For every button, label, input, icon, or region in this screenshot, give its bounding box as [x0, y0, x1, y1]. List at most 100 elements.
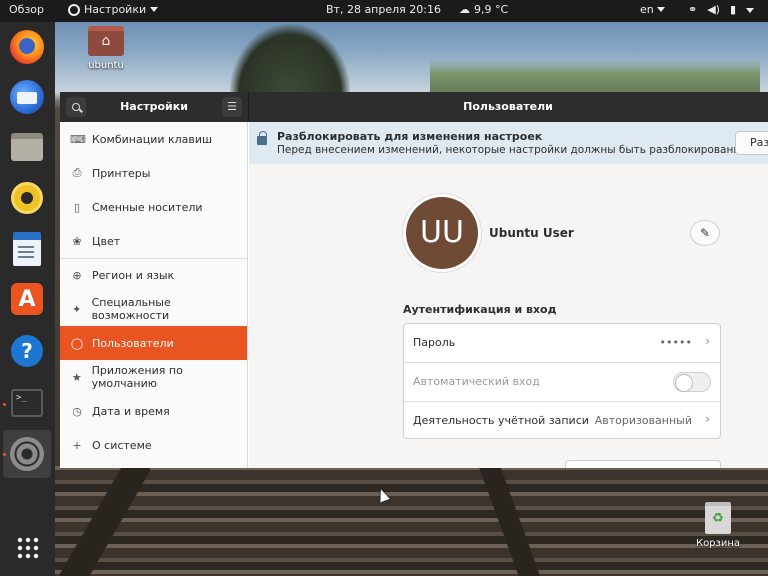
- sidebar-item-label: О системе: [92, 438, 152, 452]
- users-panel: Разблокировать для изменения настроек Пе…: [249, 122, 768, 468]
- edit-name-button[interactable]: ✎: [690, 220, 720, 246]
- store-icon: A: [11, 283, 43, 315]
- chevron-right-icon: ›: [705, 334, 710, 348]
- network-icon: ⚭: [688, 3, 698, 16]
- window-titlebar: Настройки ☰ Пользователи: [60, 92, 768, 122]
- sidebar-item-region-language[interactable]: ⊕ Регион и язык: [60, 258, 247, 292]
- app-grid-icon[interactable]: [16, 536, 40, 560]
- user-avatar[interactable]: UU: [403, 194, 481, 272]
- password-row[interactable]: Пароль ••••• ›: [404, 324, 720, 362]
- account-activity-value: Авторизованный: [594, 414, 692, 427]
- desktop-home-label: ubuntu: [88, 60, 124, 71]
- dock-settings[interactable]: [8, 435, 46, 473]
- sidebar-item-color[interactable]: ❀ Цвет: [60, 224, 247, 258]
- settings-window: Настройки ☰ Пользователи ⌨ Комбинации кл…: [60, 92, 768, 468]
- sidebar-item-label: Пользователи: [92, 336, 174, 350]
- weather-icon: ☁: [459, 3, 470, 16]
- desktop-home-folder[interactable]: ubuntu: [84, 26, 128, 71]
- keyboard-layout-indicator[interactable]: en: [640, 3, 665, 16]
- system-menu[interactable]: ⚭ ◀) ▮: [688, 3, 755, 17]
- app-menu-label: Настройки: [84, 3, 147, 16]
- banner-title: Разблокировать для изменения настроек: [277, 130, 543, 143]
- dock: A ? >_: [0, 22, 55, 576]
- sidebar-item-removable-media[interactable]: ▯ Сменные носители: [60, 190, 247, 224]
- chevron-down-icon: [656, 7, 665, 12]
- unlock-button[interactable]: Разблокировать: [735, 131, 768, 155]
- menu-button[interactable]: ☰: [222, 97, 242, 117]
- sidebar-item-about[interactable]: + О системе: [60, 428, 247, 462]
- auth-list: Пароль ••••• › Автоматический вход Деяте…: [403, 323, 721, 439]
- unlock-banner: Разблокировать для изменения настроек Пе…: [249, 122, 768, 164]
- sidebar-item-label: Регион и язык: [92, 268, 175, 282]
- accessibility-icon: ✦: [72, 302, 82, 316]
- printer-icon: ⎙: [72, 166, 82, 179]
- dock-thunderbird[interactable]: [8, 78, 46, 116]
- hamburger-icon: ☰: [227, 100, 237, 113]
- desktop-trash[interactable]: ♻ Корзина: [693, 502, 743, 549]
- help-icon: ?: [11, 335, 43, 367]
- avatar-initials: UU: [406, 197, 478, 269]
- autologin-row: Автоматический вход: [404, 363, 720, 401]
- auth-section-title: Аутентификация и вход: [403, 303, 557, 316]
- pencil-icon: ✎: [699, 226, 711, 240]
- sidebar-item-label: Комбинации клавиш: [92, 132, 213, 146]
- mail-icon: [10, 80, 44, 114]
- banner-text: Перед внесением изменений, некоторые нас…: [277, 144, 742, 156]
- autologin-toggle[interactable]: [673, 372, 711, 392]
- user-name: Ubuntu User: [489, 226, 574, 240]
- dock-help[interactable]: ?: [8, 332, 46, 370]
- top-bar: Обзор Настройки Вт, 28 апреля 20:16 ☁ 9,…: [0, 0, 768, 22]
- star-icon: ★: [71, 370, 82, 384]
- sidebar-item-users[interactable]: ◯ Пользователи: [60, 326, 247, 360]
- activities-button[interactable]: Обзор: [9, 3, 44, 16]
- rhythmbox-icon: [11, 182, 43, 214]
- dock-software[interactable]: A: [8, 280, 46, 318]
- weather-indicator[interactable]: ☁ 9,9 °C: [459, 3, 508, 16]
- trash-icon: ♻: [705, 502, 731, 534]
- page-title: Пользователи: [463, 100, 553, 113]
- desktop-trash-label: Корзина: [695, 538, 741, 549]
- battery-icon: ▮: [729, 3, 737, 16]
- wallpaper-rail-right: [470, 466, 550, 576]
- dock-files[interactable]: [8, 128, 46, 166]
- chevron-right-icon: ›: [705, 412, 710, 426]
- volume-icon: ◀): [707, 3, 720, 16]
- lock-icon: [257, 131, 267, 145]
- chevron-down-icon: [150, 7, 159, 12]
- sidebar-item-label: Специальные возможности: [91, 296, 171, 322]
- writer-icon: [13, 232, 41, 266]
- settings-sidebar: ⌨ Комбинации клавиш ⎙ Принтеры ▯ Сменные…: [60, 122, 248, 468]
- settings-icon: [10, 437, 44, 471]
- sidebar-item-default-apps[interactable]: ★ Приложения по умолчанию: [60, 360, 247, 394]
- password-label: Пароль: [413, 336, 456, 349]
- sidebar-item-printers[interactable]: ⎙ Принтеры: [60, 156, 247, 190]
- running-indicator: [3, 403, 6, 406]
- app-menu[interactable]: Настройки: [68, 3, 159, 16]
- info-icon: +: [72, 438, 82, 452]
- keyboard-layout-label: en: [640, 3, 654, 16]
- sidebar-item-date-time[interactable]: ◷ Дата и время: [60, 394, 247, 428]
- wallpaper-forest: [430, 60, 760, 94]
- clock[interactable]: Вт, 28 апреля 20:16: [326, 3, 441, 16]
- dock-writer[interactable]: [8, 230, 46, 268]
- running-indicator: [3, 453, 6, 456]
- dock-firefox[interactable]: [8, 28, 46, 66]
- sidebar-item-keyboard-shortcuts[interactable]: ⌨ Комбинации клавиш: [60, 122, 247, 156]
- sidebar-item-label: Принтеры: [92, 166, 151, 180]
- chevron-down-icon: [746, 7, 755, 13]
- account-activity-row[interactable]: Деятельность учётной записи Авторизованн…: [404, 402, 720, 440]
- sidebar-item-accessibility[interactable]: ✦ Специальные возможности: [60, 292, 247, 326]
- removable-media-icon: ▯: [73, 200, 81, 214]
- user-icon: ◯: [70, 336, 84, 350]
- wallpaper-rail-left: [60, 466, 150, 576]
- sidebar-item-label: Приложения по умолчанию: [91, 364, 183, 390]
- dock-rhythmbox[interactable]: [8, 179, 46, 217]
- terminal-icon: >_: [11, 389, 43, 417]
- sidebar-item-label: Сменные носители: [92, 200, 203, 214]
- remove-user-button[interactable]: [565, 460, 721, 468]
- weather-temperature: 9,9 °C: [474, 3, 509, 16]
- home-folder-icon: [88, 26, 124, 56]
- firefox-icon: [10, 30, 44, 64]
- autologin-label: Автоматический вход: [413, 375, 540, 388]
- dock-terminal[interactable]: >_: [8, 384, 46, 422]
